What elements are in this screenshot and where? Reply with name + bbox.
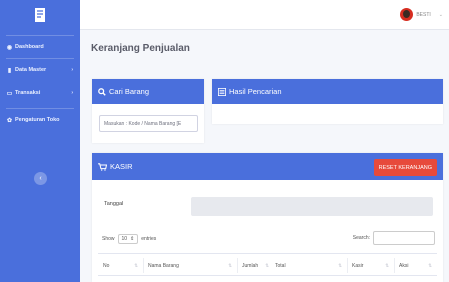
column-divider [237,258,238,273]
sidebar-item-label: Data Master [15,67,47,73]
column-header-total[interactable]: Total ⇅ [275,254,345,277]
date-field [191,197,433,216]
result-card-title: Hasil Pencarian [229,87,282,96]
column-header-jumlah[interactable]: Jumlah ⇅ [242,254,272,277]
user-menu[interactable]: BESTI ⌄ [400,8,443,21]
cart-table-header: No ⇅ Nama Barang ⇅ Jumlah ⇅ Total ⇅ Kasi… [98,253,437,276]
entries-label: entries [141,236,157,242]
search-card-title: Cari Barang [109,87,150,96]
entries-select-value: 10 [121,236,128,242]
tachometer-icon: ◉ [6,44,13,51]
result-card: Hasil Pencarian [212,79,443,124]
sidebar-item-data-master[interactable]: ▮ Data Master › [0,64,80,76]
chevron-left-icon: ‹ [39,175,42,182]
chevron-right-icon: › [71,90,73,96]
result-card-header: Hasil Pencarian [212,79,443,104]
brand-logo[interactable] [0,0,80,30]
sidebar-item-pengaturan-toko[interactable]: ✿ Pengaturan Toko [0,114,80,126]
sidebar-divider [6,108,74,109]
search-input[interactable]: Masukan : Kode / Nama Barang [E [99,115,198,132]
reset-cart-button[interactable]: RESET KERANJANG [373,159,437,176]
kasir-card: KASIR RESET KERANJANG Tanggal Show 10 ⇕ … [92,153,443,282]
search-card: Cari Barang Masukan : Kode / Nama Barang… [92,79,204,143]
sort-icon: ⇅ [338,262,342,268]
sidebar-toggle-button[interactable]: ‹ [34,172,47,185]
table-search: Search: [353,231,435,245]
show-label: Show [102,236,115,242]
sort-icon: ⇅ [428,262,432,268]
column-divider [394,258,395,273]
sidebar-divider [6,58,74,59]
sidebar-item-label: Dashboard [15,44,44,50]
column-divider [347,258,348,273]
column-divider [143,258,144,273]
list-icon [218,87,226,96]
shop-logo-icon [35,8,45,22]
sidebar-item-transaksi[interactable]: ▭ Transaksi › [0,87,80,99]
avatar [400,8,414,21]
sidebar: ◉ Dashboard ▮ Data Master › ▭ Transaksi … [0,0,80,282]
chevron-down-icon: ⌄ [438,11,443,18]
shopping-cart-icon [98,162,107,171]
table-search-label: Search: [352,235,370,241]
entries-length-control: Show 10 ⇕ entries [102,234,156,244]
kasir-card-header: KASIR RESET KERANJANG [92,153,443,180]
sidebar-item-label: Pengaturan Toko [15,117,60,123]
search-icon [98,87,106,96]
user-name: BESTI [416,11,431,18]
sort-icon: ⇅ [385,262,389,268]
column-header-nama-barang[interactable]: Nama Barang ⇅ [148,254,235,277]
search-card-header: Cari Barang [92,79,204,104]
desktop-icon: ▭ [6,90,13,97]
sidebar-item-dashboard[interactable]: ◉ Dashboard [0,41,80,53]
sort-icon: ⇅ [265,262,269,268]
sort-icon: ⇅ [228,262,232,268]
chevron-updown-icon: ⇕ [130,236,135,242]
column-header-aksi[interactable]: Aksi ⇅ [399,254,435,277]
table-search-input[interactable] [373,231,435,245]
entries-select[interactable]: 10 ⇕ [117,234,139,244]
sidebar-item-label: Transaksi [15,90,41,96]
column-header-no[interactable]: No ⇅ [103,254,141,277]
kasir-card-title: KASIR [110,162,133,171]
column-header-kasir[interactable]: Kasir ⇅ [352,254,392,277]
topbar: BESTI ⌄ [80,0,449,30]
sidebar-divider [6,35,74,36]
chevron-right-icon: › [71,67,73,73]
book-icon: ▮ [7,67,12,74]
sort-icon: ⇅ [134,262,138,268]
page-title: Keranjang Penjualan [91,43,190,54]
date-label: Tanggal [104,201,124,207]
cogs-icon: ✿ [6,117,13,124]
